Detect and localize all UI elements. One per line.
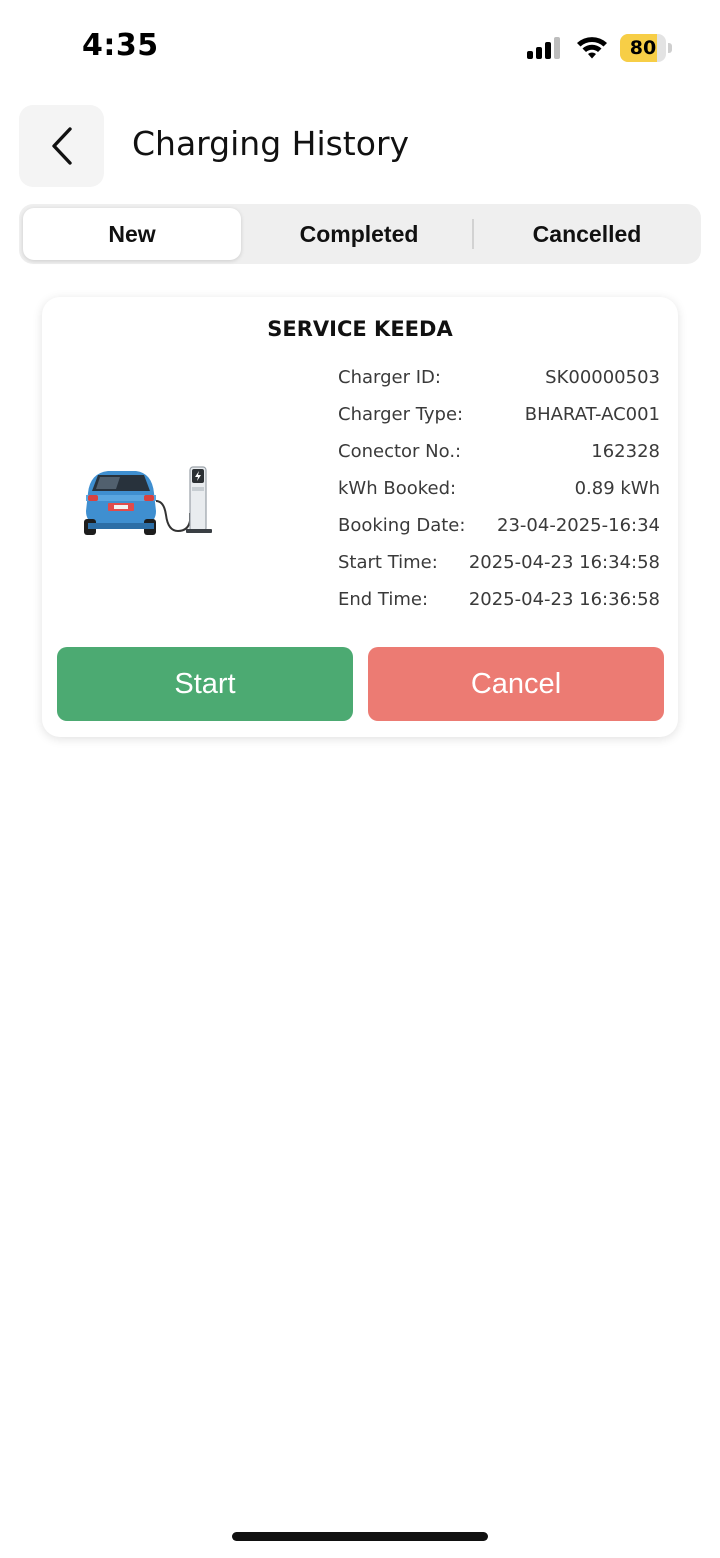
booking-details: Charger ID: SK00000503 Charger Type: BHA…	[338, 361, 660, 620]
detail-value: 162328	[591, 441, 660, 462]
detail-row-charger-type: Charger Type: BHARAT-AC001	[338, 398, 660, 435]
back-chevron-icon	[51, 127, 72, 165]
battery-icon: 80	[620, 34, 672, 62]
status-time: 4:35	[82, 28, 159, 63]
detail-value: 2025-04-23 16:34:58	[468, 552, 660, 573]
detail-value: 2025-04-23 16:36:58	[468, 589, 660, 610]
detail-label: Booking Date:	[338, 515, 466, 536]
signal-icon	[527, 37, 560, 59]
detail-row-booking-date: Booking Date: 23-04-2025-16:34	[338, 509, 660, 546]
detail-label: Conector No.:	[338, 441, 462, 462]
detail-value: BHARAT-AC001	[524, 404, 660, 425]
ev-charging-icon	[84, 466, 212, 535]
detail-label: Charger ID:	[338, 367, 441, 388]
detail-label: kWh Booked:	[338, 478, 457, 499]
tab-new[interactable]: New	[23, 208, 241, 260]
station-name: SERVICE KEEDA	[267, 317, 453, 341]
back-button[interactable]	[19, 105, 104, 187]
detail-row-end-time: End Time: 2025-04-23 16:36:58	[338, 583, 660, 620]
booking-card: SERVICE KEEDA Charger ID: SK00000503 Cha…	[42, 297, 678, 737]
start-button[interactable]: Start	[57, 647, 353, 721]
status-bar: 4:35 80	[0, 0, 720, 96]
detail-value: 23-04-2025-16:34	[497, 515, 660, 536]
detail-value: 0.89 kWh	[574, 478, 660, 499]
tab-cancelled[interactable]: Cancelled	[477, 208, 697, 260]
detail-label: Start Time:	[338, 552, 438, 573]
cancel-button[interactable]: Cancel	[368, 647, 664, 721]
detail-label: Charger Type:	[338, 404, 464, 425]
detail-value: SK00000503	[545, 367, 660, 388]
home-indicator[interactable]	[232, 1532, 488, 1541]
detail-row-charger-id: Charger ID: SK00000503	[338, 361, 660, 398]
tab-divider	[472, 219, 474, 249]
detail-row-start-time: Start Time: 2025-04-23 16:34:58	[338, 546, 660, 583]
detail-row-connector-no: Conector No.: 162328	[338, 435, 660, 472]
detail-row-kwh-booked: kWh Booked: 0.89 kWh	[338, 472, 660, 509]
tab-completed[interactable]: Completed	[251, 208, 467, 260]
wifi-icon	[577, 37, 607, 59]
battery-level: 80	[629, 37, 657, 59]
status-tabs: New Completed Cancelled	[19, 204, 701, 264]
detail-label: End Time:	[338, 589, 429, 610]
page-title: Charging History	[132, 124, 410, 163]
